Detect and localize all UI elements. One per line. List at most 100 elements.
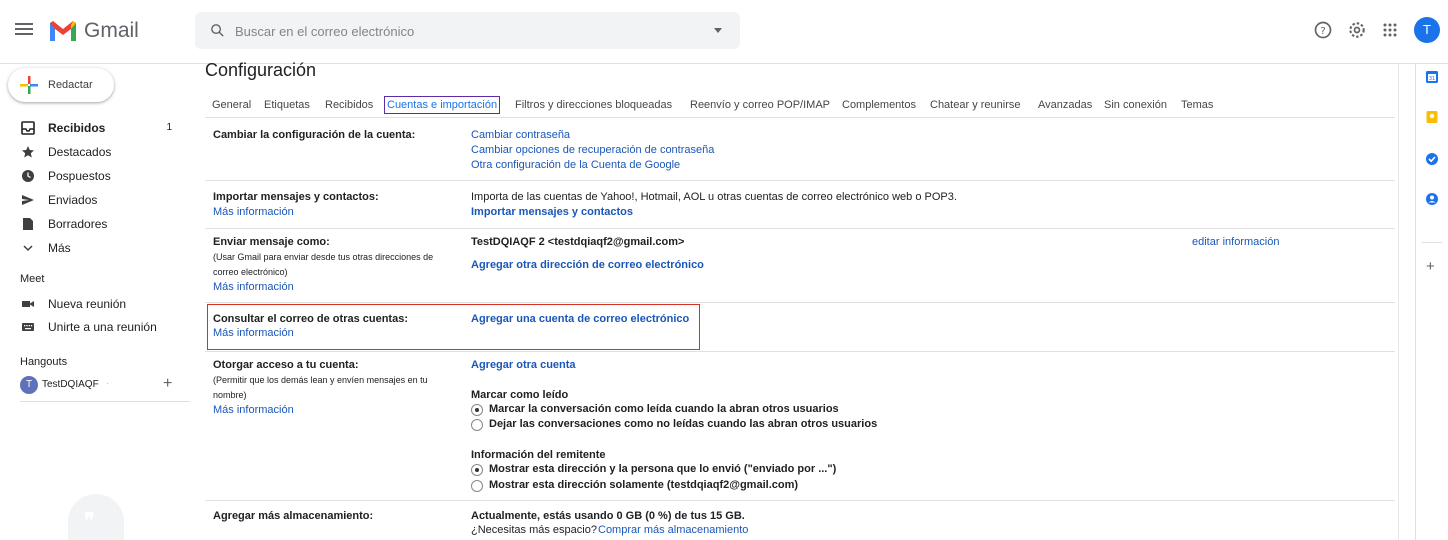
compose-button[interactable]: Redactar (8, 68, 114, 102)
show-sender-radio[interactable] (471, 464, 483, 476)
keep-icon[interactable] (1425, 110, 1439, 124)
edit-info-link[interactable]: editar información (1192, 236, 1279, 248)
help-icon[interactable]: ? (1313, 20, 1333, 40)
contacts-icon[interactable] (1425, 192, 1439, 206)
app-name: Gmail (84, 19, 139, 42)
google-account-link[interactable]: Otra configuración de la Cuenta de Googl… (471, 159, 680, 171)
divider (205, 228, 1395, 229)
send-as-address: TestDQIAQF 2 <testdqiaqf2@gmail.com> (471, 236, 685, 248)
tab-offline[interactable]: Sin conexión (1104, 99, 1167, 111)
nav-item-drafts[interactable]: Borradores (0, 212, 190, 236)
tab-advanced[interactable]: Avanzadas (1038, 99, 1092, 111)
learn-more-link[interactable]: Más información (213, 404, 294, 416)
hangouts-user[interactable]: T TestDQIAQF · + (20, 375, 190, 394)
account-avatar[interactable]: T (1414, 17, 1440, 43)
keyboard-icon (22, 323, 34, 331)
show-address-only-radio[interactable] (471, 480, 483, 492)
tasks-icon[interactable] (1425, 152, 1439, 166)
search-bar[interactable] (195, 12, 740, 49)
apps-grid-icon[interactable] (1380, 20, 1400, 40)
main-menu-icon[interactable] (14, 20, 34, 40)
show-address-only-option: Mostrar esta dirección solamente (testdq… (489, 479, 799, 491)
nav-item-label: Más (48, 241, 71, 255)
grant-access-description: (Permitir que los demás lean y envíen me… (213, 375, 428, 400)
divider (205, 302, 1395, 303)
recovery-options-link[interactable]: Cambiar opciones de recuperación de cont… (471, 144, 714, 156)
send-icon (22, 195, 34, 205)
leave-unread-radio[interactable] (471, 419, 483, 431)
leave-unread-option: Dejar las conversaciones como no leídas … (489, 418, 878, 430)
tab-general[interactable]: General (212, 99, 251, 111)
row-label-account: Cambiar la configuración de la cuenta: (213, 129, 416, 141)
learn-more-link[interactable]: Más información (213, 206, 294, 218)
add-another-account-link[interactable]: Agregar otra cuenta (471, 359, 576, 371)
nav-item-label: Enviados (48, 193, 98, 207)
learn-more-link[interactable]: Más información (213, 281, 294, 293)
highlight-box (207, 304, 700, 350)
calendar-icon[interactable]: 31 (1425, 70, 1439, 84)
chevron-down-icon (23, 245, 33, 252)
add-address-link[interactable]: Agregar otra dirección de correo electró… (471, 259, 704, 271)
get-addons-icon[interactable]: + (1426, 258, 1435, 275)
row-label-send-as: Enviar mensaje como: (213, 236, 330, 248)
nav-item-new-meeting[interactable]: Nueva reunión (0, 292, 190, 316)
tab-labels[interactable]: Etiquetas (264, 99, 310, 111)
svg-text:31: 31 (1429, 76, 1435, 82)
change-password-link[interactable]: Cambiar contraseña (471, 129, 570, 141)
side-panel: 31 + (1415, 64, 1448, 540)
nav-item-label: Unirte a una reunión (48, 320, 157, 334)
row-label-grant-access: Otorgar acceso a tu cuenta: (213, 359, 359, 371)
show-sender-option: Mostrar esta dirección y la persona que … (489, 463, 837, 475)
unread-count: 1 (166, 122, 172, 133)
nav-item-starred[interactable]: Destacados (0, 140, 190, 164)
nav-item-label: Pospuestos (48, 169, 111, 183)
clock-icon (22, 170, 34, 182)
compose-label: Redactar (48, 79, 93, 91)
buy-storage-link[interactable]: Comprar más almacenamiento (598, 524, 748, 536)
nav-item-label: Borradores (48, 217, 108, 231)
nav-item-inbox[interactable]: Recibidos 1 (0, 116, 190, 140)
main-scrollbar[interactable] (1398, 64, 1410, 540)
draft-icon (23, 218, 33, 230)
meet-section-title: Meet (20, 273, 45, 285)
mark-read-title: Marcar como leído (471, 389, 569, 401)
tab-filters[interactable]: Filtros y direcciones bloqueadas (515, 99, 672, 111)
gmail-logo-icon[interactable] (48, 18, 78, 44)
search-input[interactable] (235, 20, 685, 42)
avatar: T (20, 376, 38, 394)
nav-item-label: Nueva reunión (48, 297, 127, 311)
divider (205, 180, 1395, 181)
nav-item-more[interactable]: Más (0, 236, 190, 260)
mark-read-radio[interactable] (471, 404, 483, 416)
search-icon[interactable] (209, 22, 226, 39)
nav-item-sent[interactable]: Enviados (0, 188, 190, 212)
divider (205, 351, 1395, 352)
mark-read-option: Marcar la conversación como leída cuando… (489, 403, 839, 415)
settings-tabs: General Etiquetas Recibidos Cuentas e im… (205, 92, 1395, 118)
tab-inbox[interactable]: Recibidos (325, 99, 373, 111)
divider (1422, 242, 1442, 243)
plus-icon (20, 76, 38, 94)
hangouts-status: · (106, 378, 110, 389)
import-description: Importa de las cuentas de Yahoo!, Hotmai… (471, 191, 957, 203)
import-mail-contacts-link[interactable]: Importar mensajes y contactos (471, 206, 633, 218)
tab-forwarding[interactable]: Reenvío y correo POP/IMAP (690, 99, 830, 111)
send-as-description: (Usar Gmail para enviar desde tus otras … (213, 252, 434, 277)
tab-addons[interactable]: Complementos (842, 99, 916, 111)
tab-accounts-import[interactable]: Cuentas e importación (383, 96, 501, 114)
nav-item-join-meeting[interactable]: Unirte a una reunión (0, 315, 190, 339)
top-bar: Gmail ? T (0, 0, 1448, 64)
gear-icon[interactable] (1347, 20, 1367, 40)
tab-themes[interactable]: Temas (1181, 99, 1213, 111)
star-icon (22, 146, 34, 158)
storage-question: ¿Necesitas más espacio? (471, 524, 597, 536)
nav-item-snoozed[interactable]: Pospuestos (0, 164, 190, 188)
search-options-icon[interactable] (714, 28, 722, 33)
divider (20, 401, 190, 402)
inbox-icon (21, 121, 35, 135)
hangouts-bubble-icon[interactable]: ❞ (68, 494, 124, 540)
tab-chat-meet[interactable]: Chatear y reunirse (930, 99, 1021, 111)
video-icon (22, 301, 34, 307)
hangouts-section-title: Hangouts (20, 356, 68, 368)
add-contact-icon[interactable]: + (163, 375, 172, 393)
